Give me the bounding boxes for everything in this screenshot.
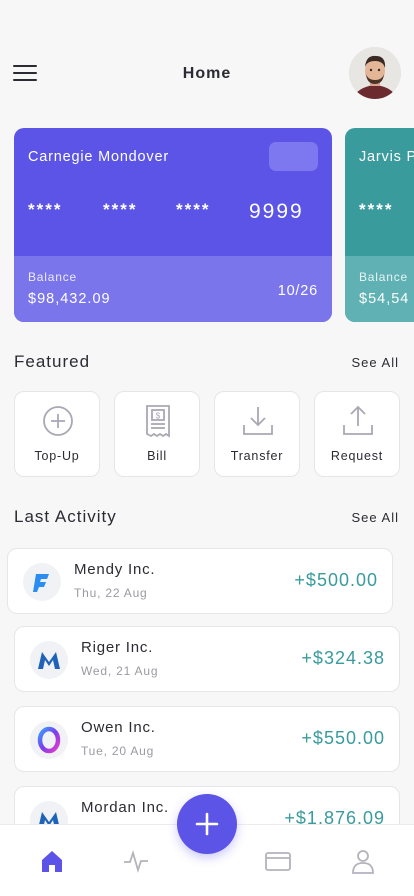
activity-row[interactable]: Owen Inc. Tue, 20 Aug +$550.00	[14, 706, 400, 772]
card-mask: ****	[103, 200, 138, 219]
download-icon	[243, 407, 273, 435]
activity-name: Riger Inc.	[81, 639, 154, 656]
bank-card[interactable]: Carnegie Mondover **** **** **** 9999 Ba…	[14, 128, 332, 322]
balance-label: Balance	[28, 270, 77, 284]
balance-value: $98,432.09	[28, 291, 111, 307]
activity-name: Mordan Inc.	[81, 799, 170, 816]
activity-amount: +$500.00	[294, 570, 378, 590]
card-mask: ****	[176, 200, 211, 219]
mendy-logo	[23, 563, 61, 601]
top-up-button[interactable]: Top-Up	[14, 391, 100, 477]
featured-see-all-link[interactable]: See All	[352, 355, 399, 370]
balance-label: Balance	[359, 270, 408, 284]
card-mask: ****	[28, 200, 63, 219]
svg-text:$: $	[156, 412, 161, 421]
bill-button[interactable]: $ Bill	[114, 391, 200, 477]
activity-date: Thu, 22 Aug	[74, 586, 148, 600]
card-balance-strip: Balance $98,432.09 10/26	[14, 256, 332, 322]
riger-logo	[30, 641, 68, 679]
card-holder: Carnegie Mondover	[28, 149, 169, 165]
card-chip-icon	[269, 142, 318, 171]
card-icon[interactable]	[263, 846, 293, 876]
feature-label: Top-Up	[34, 449, 80, 463]
bank-card[interactable]: Jarvis P **** Balance $54,54	[345, 128, 414, 322]
card-top: Carnegie Mondover **** **** **** 9999	[14, 128, 332, 256]
activity-name: Mendy Inc.	[74, 561, 156, 578]
receipt-icon: $	[146, 405, 170, 438]
card-last4: 9999	[249, 200, 304, 223]
user-avatar[interactable]	[349, 47, 401, 99]
card-balance-strip: Balance $54,54	[345, 256, 414, 322]
plus-icon	[195, 812, 219, 836]
add-button[interactable]	[177, 794, 237, 854]
card-holder: Jarvis P	[359, 149, 414, 165]
card-mask: ****	[359, 200, 394, 219]
activity-row[interactable]: Riger Inc. Wed, 21 Aug +$324.38	[14, 626, 400, 692]
activity-date: Tue, 20 Aug	[81, 744, 155, 758]
feature-label: Request	[330, 449, 384, 463]
card-expiry: 10/26	[277, 283, 318, 299]
activity-row[interactable]: Mendy Inc. Thu, 22 Aug +$500.00	[7, 548, 393, 614]
upload-icon	[343, 405, 373, 435]
featured-title: Featured	[14, 352, 91, 371]
owen-logo	[30, 721, 68, 759]
plus-circle-icon	[43, 406, 73, 436]
balance-value: $54,54	[359, 291, 410, 307]
card-carousel[interactable]: Carnegie Mondover **** **** **** 9999 Ba…	[14, 128, 414, 322]
card-top: Jarvis P ****	[345, 128, 414, 256]
activity-amount: +$550.00	[301, 728, 385, 748]
profile-icon[interactable]	[348, 846, 378, 876]
activity-icon[interactable]	[121, 846, 151, 876]
feature-label: Bill	[147, 449, 167, 463]
home-icon[interactable]	[37, 846, 67, 876]
activity-date: Wed, 21 Aug	[81, 664, 159, 678]
transfer-button[interactable]: Transfer	[214, 391, 300, 477]
activity-amount: +$324.38	[301, 648, 385, 668]
request-button[interactable]: Request	[314, 391, 400, 477]
header: Home	[0, 46, 414, 102]
feature-label: Transfer	[230, 449, 284, 463]
activity-see-all-link[interactable]: See All	[352, 510, 399, 525]
last-activity-title: Last Activity	[14, 507, 117, 526]
activity-name: Owen Inc.	[81, 719, 156, 736]
